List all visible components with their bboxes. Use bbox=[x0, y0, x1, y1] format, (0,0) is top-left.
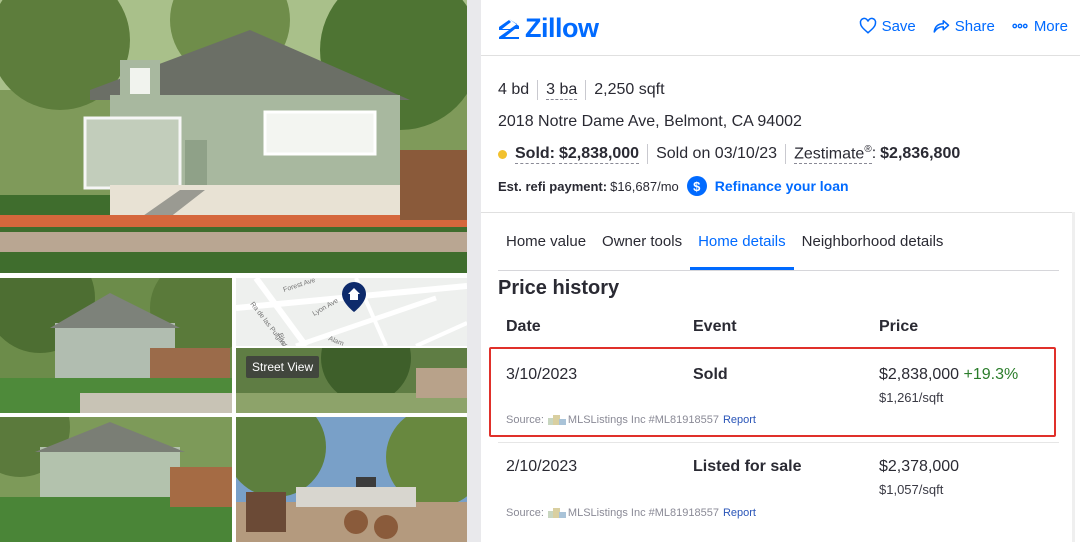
row-price-per-sqft: $1,057/sqft bbox=[879, 482, 944, 497]
report-link[interactable]: Report bbox=[723, 507, 756, 519]
house-side-photo[interactable] bbox=[0, 278, 232, 413]
status-separator bbox=[785, 144, 787, 165]
more-dots-icon bbox=[1012, 23, 1028, 29]
panel-header: Zillow Save Share More bbox=[481, 0, 1080, 56]
house-front-yard-photo[interactable] bbox=[0, 417, 232, 542]
beds-count: 4 bd bbox=[498, 81, 530, 98]
row-source: Source: MLSListings Inc #ML81918557 Repo… bbox=[506, 507, 756, 519]
refinance-link[interactable]: Refinance your loan bbox=[715, 178, 849, 194]
logo-text: Zillow bbox=[525, 13, 599, 43]
zillow-logo[interactable]: Zillow bbox=[497, 13, 599, 44]
zestimate-label: Zestimate bbox=[794, 145, 865, 163]
column-header-price: Price bbox=[879, 318, 919, 335]
refi-label: Est. refi payment: bbox=[498, 178, 608, 194]
refi-value: $16,687/mo bbox=[610, 178, 679, 194]
tab-home-value[interactable]: Home value bbox=[498, 214, 594, 270]
more-button[interactable]: More bbox=[1011, 17, 1068, 35]
refi-payment: Est. refi payment: $16,687/mo $ Refinanc… bbox=[498, 176, 849, 196]
zestimate-link[interactable]: Zestimate® bbox=[794, 144, 872, 165]
more-label: More bbox=[1033, 17, 1068, 35]
row-price: $2,378,000 bbox=[879, 458, 959, 476]
location-map[interactable]: Forest Ave Lyon Ave Alam Ra de las Pulga… bbox=[236, 278, 467, 346]
sqft-value: 2,250 sqft bbox=[594, 81, 665, 98]
facts-separator bbox=[537, 80, 539, 100]
zestimate-registered-mark: ® bbox=[864, 144, 872, 155]
sold-status-dot bbox=[498, 149, 507, 159]
zestimate-colon: : bbox=[871, 145, 877, 163]
status-separator bbox=[647, 144, 649, 165]
row-divider bbox=[498, 442, 1059, 443]
row-event: Listed for sale bbox=[693, 458, 802, 475]
section-divider bbox=[481, 212, 1075, 213]
zillow-logo-icon bbox=[499, 18, 519, 39]
mls-logo-icon bbox=[547, 508, 566, 518]
home-facts: 4 bd 3 ba 2,250 sqft bbox=[498, 80, 665, 100]
tab-owner-tools[interactable]: Owner tools bbox=[594, 214, 690, 270]
save-button[interactable]: Save bbox=[859, 17, 916, 35]
tab-home-details[interactable]: Home details bbox=[690, 214, 794, 270]
column-header-event: Event bbox=[693, 318, 737, 335]
price-history-title: Price history bbox=[498, 277, 620, 299]
share-icon bbox=[933, 20, 950, 33]
property-address: 2018 Notre Dame Ave, Belmont, CA 94002 bbox=[498, 113, 802, 130]
share-label: Share bbox=[954, 17, 995, 35]
photo-gallery: Forest Ave Lyon Ave Alam Ra de las Pulga… bbox=[0, 0, 467, 542]
facts-separator bbox=[585, 80, 587, 100]
row-price-value: $2,378,000 bbox=[879, 458, 960, 475]
sold-date: Sold on 03/10/23 bbox=[656, 145, 778, 163]
baths-count[interactable]: 3 ba bbox=[546, 81, 578, 100]
street-view-thumbnail[interactable]: Street View bbox=[236, 348, 467, 413]
backyard-patio-photo[interactable] bbox=[236, 417, 467, 542]
dollar-icon: $ bbox=[686, 176, 707, 196]
sale-status: Sold: $2,838,000 Sold on 03/10/23 Zestim… bbox=[498, 144, 961, 165]
share-button[interactable]: Share bbox=[932, 17, 995, 35]
header-actions: Save Share More bbox=[859, 17, 1068, 35]
scrollbar-track[interactable] bbox=[1072, 212, 1075, 542]
sold-price[interactable]: $2,838,000 bbox=[559, 145, 640, 164]
source-label: Source: bbox=[506, 507, 544, 519]
tab-neighborhood-details[interactable]: Neighborhood details bbox=[794, 214, 952, 270]
column-header-date: Date bbox=[506, 318, 541, 335]
street-view-label[interactable]: Street View bbox=[246, 356, 320, 378]
gallery-divider bbox=[467, 0, 481, 542]
heart-icon bbox=[859, 17, 876, 34]
sold-label[interactable]: Sold: bbox=[515, 145, 555, 164]
save-label: Save bbox=[881, 17, 916, 35]
row-date: 2/10/2023 bbox=[506, 458, 578, 475]
highlighted-row-outline bbox=[489, 347, 1056, 437]
zestimate-value: $2,836,800 bbox=[880, 145, 961, 163]
source-name: MLSListings Inc #ML81918557 bbox=[567, 507, 719, 519]
listing-detail-panel: Zillow Save Share More 4 bd 3 ba 2,250 s… bbox=[481, 0, 1080, 542]
detail-tabs: Home value Owner tools Home details Neig… bbox=[498, 214, 1059, 271]
main-house-photo[interactable] bbox=[0, 0, 467, 273]
